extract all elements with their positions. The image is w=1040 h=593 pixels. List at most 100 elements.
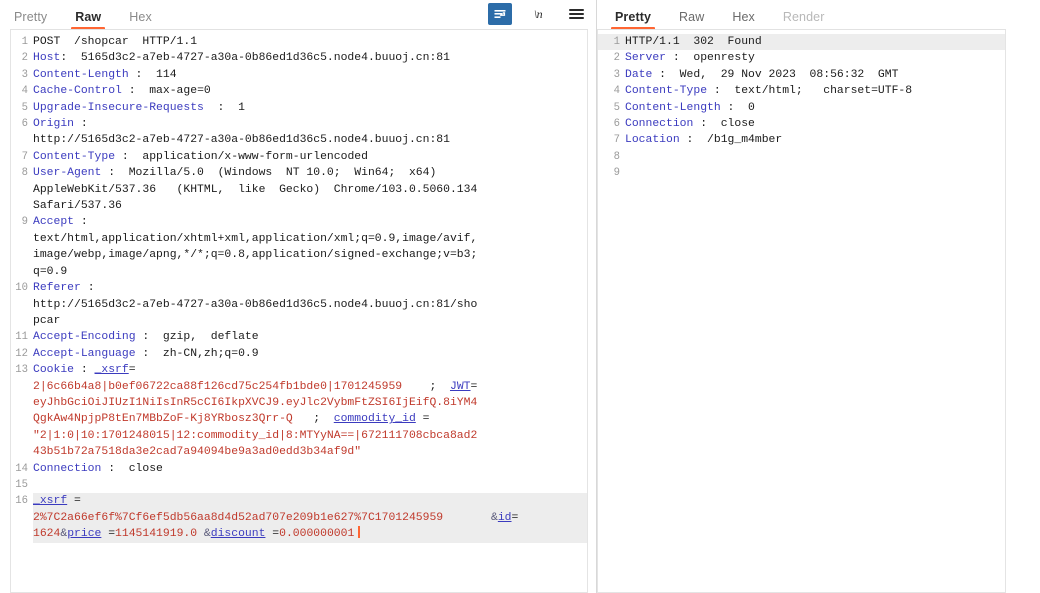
editor-menu-icon[interactable] bbox=[564, 3, 588, 25]
line-content: HTTP/1.1 302 Found bbox=[625, 36, 762, 48]
response-tabbar: Pretty Raw Hex Render bbox=[597, 0, 1040, 30]
line-number: 15 bbox=[15, 478, 28, 491]
line-number: 4 bbox=[21, 85, 28, 98]
line-content: _xsrf = 2%7C2a66ef6f%7Cf6ef5db56aa8d4d52… bbox=[33, 493, 587, 527]
code-line: 14 Connection : close bbox=[11, 461, 587, 477]
tab-request-raw[interactable]: Raw bbox=[71, 10, 106, 30]
code-line: 5 Content-Length : 0 bbox=[598, 100, 1005, 116]
line-content: Host: 5165d3c2-a7eb-4727-a30a-0b86ed1d36… bbox=[33, 52, 450, 65]
line-number: 8 bbox=[21, 167, 28, 180]
code-line: 6 Connection : close bbox=[598, 116, 1005, 132]
code-line: 3 Date : Wed, 29 Nov 2023 08:56:32 GMT bbox=[598, 67, 1005, 83]
tab-response-hex[interactable]: Hex bbox=[732, 10, 755, 30]
tab-response-pretty[interactable]: Pretty bbox=[610, 10, 656, 30]
line-number: 3 bbox=[21, 68, 28, 81]
line-number: 7 bbox=[21, 150, 28, 163]
code-line: 10 Referer : http://5165d3c2-a7eb-4727-a3… bbox=[11, 280, 587, 329]
code-line: 7 Location : /b1g_m4mber bbox=[598, 132, 1005, 148]
line-number: 6 bbox=[21, 118, 28, 131]
request-editor[interactable]: 1 POST /shopcar HTTP/1.1 2 Host: 5165d3c2-a… bbox=[10, 30, 588, 593]
tab-request-pretty[interactable]: Pretty bbox=[14, 10, 47, 30]
hamburger-bars bbox=[568, 7, 584, 21]
line-content: Connection : close bbox=[625, 118, 755, 131]
line-number: 13 bbox=[15, 364, 28, 377]
line-number: 2 bbox=[21, 52, 28, 65]
code-line: 4 Cache-Control : max-age=0 bbox=[11, 83, 587, 99]
code-line: 11 Accept-Encoding : gzip, deflate bbox=[11, 329, 587, 345]
line-content: Content-Length : 0 bbox=[625, 101, 755, 114]
line-content: Accept-Language : zh-CN,zh;q=0.9 bbox=[33, 347, 259, 360]
line-content: Content-Type : application/x-www-form-ur… bbox=[33, 150, 368, 163]
line-number: 7 bbox=[613, 134, 620, 147]
line-number: 8 bbox=[613, 150, 620, 163]
line-number: 10 bbox=[15, 282, 28, 295]
show-newlines-icon[interactable]: \n bbox=[526, 3, 550, 25]
line-number: 11 bbox=[15, 331, 28, 344]
line-content: Cache-Control : max-age=0 bbox=[33, 85, 211, 98]
line-content: Connection : close bbox=[33, 462, 163, 475]
tab-response-raw[interactable]: Raw bbox=[679, 10, 704, 30]
code-line: 6 Origin : http://5165d3c2-a7eb-4727-a30a… bbox=[11, 116, 587, 149]
newline-glyph: \n bbox=[533, 6, 543, 21]
word-wrap-toggle-button[interactable] bbox=[488, 3, 512, 25]
line-content: Upgrade-Insecure-Requests : 1 bbox=[33, 101, 245, 114]
code-line: 12 Accept-Language : zh-CN,zh;q=0.9 bbox=[11, 346, 587, 362]
line-content bbox=[33, 477, 587, 493]
line-content: Origin : http://5165d3c2-a7eb-4727-a30a-… bbox=[33, 118, 450, 147]
line-content: Accept : text/html,application/xhtml+xml… bbox=[33, 216, 478, 278]
line-content: Accept-Encoding : gzip, deflate bbox=[33, 331, 259, 344]
tab-response-render[interactable]: Render bbox=[783, 10, 825, 30]
request-tabbar: Pretty Raw Hex \n bbox=[0, 0, 596, 30]
line-content: Date : Wed, 29 Nov 2023 08:56:32 GMT bbox=[625, 68, 899, 81]
line-content bbox=[625, 149, 1005, 165]
code-line: 1 POST /shopcar HTTP/1.1 bbox=[11, 34, 587, 50]
response-lines: 1 HTTP/1.1 302 Found 2 Server : openresty 3 D… bbox=[598, 30, 1005, 182]
line-number: 1 bbox=[21, 36, 28, 48]
response-editor[interactable]: 1 HTTP/1.1 302 Found 2 Server : openresty 3 D… bbox=[597, 30, 1006, 593]
line-number: 2 bbox=[613, 52, 620, 65]
line-number: 5 bbox=[613, 101, 620, 114]
param-separator: & bbox=[197, 528, 211, 541]
line-content: POST /shopcar HTTP/1.1 bbox=[33, 36, 198, 48]
param-key-price: price bbox=[67, 528, 102, 541]
tab-request-hex[interactable]: Hex bbox=[129, 10, 152, 30]
line-number: 12 bbox=[15, 347, 28, 360]
line-content: Location : /b1g_m4mber bbox=[625, 134, 783, 147]
code-line: 9 Accept : text/html,application/xhtml+xm… bbox=[11, 214, 587, 280]
code-line: 8 bbox=[598, 149, 1005, 165]
http-viewer-window: Pretty Raw Hex \n 1 POST /shopcar HTTP/1… bbox=[0, 0, 1040, 593]
param-value-id: 1624 bbox=[33, 528, 61, 541]
code-line: 5 Upgrade-Insecure-Requests : 1 bbox=[11, 100, 587, 116]
line-number: 14 bbox=[15, 462, 28, 475]
code-line: 3 Content-Length : 114 bbox=[11, 67, 587, 83]
code-line: 7 Content-Type : application/x-www-form-u… bbox=[11, 149, 587, 165]
param-key-discount: discount bbox=[210, 528, 266, 541]
param-value-discount: 0.000000001 bbox=[279, 528, 355, 541]
request-panel: Pretty Raw Hex \n 1 POST /shopcar HTTP/1… bbox=[0, 0, 597, 593]
line-content: Content-Type : text/html; charset=UTF-8 bbox=[625, 85, 913, 98]
line-number: 16 bbox=[15, 495, 28, 508]
line-content: User-Agent : Mozilla/5.0 (Windows NT 10.… bbox=[33, 167, 478, 213]
line-content: Server : openresty bbox=[625, 52, 755, 65]
line-content: Cookie : _xsrf= 2|6c66b4a8|b0ef06722ca88… bbox=[33, 364, 478, 459]
code-line: 15 bbox=[11, 477, 587, 493]
code-line: 4 Content-Type : text/html; charset=UTF-8 bbox=[598, 83, 1005, 99]
code-line: 2 Host: 5165d3c2-a7eb-4727-a30a-0b86ed1d3… bbox=[11, 50, 587, 66]
request-body-params[interactable]: 1624&price =1145141919.0 &discount =0.00… bbox=[33, 526, 587, 543]
line-number: 5 bbox=[21, 101, 28, 114]
code-line: 2 Server : openresty bbox=[598, 50, 1005, 66]
line-content: Referer : http://5165d3c2-a7eb-4727-a30a… bbox=[33, 282, 478, 327]
line-number: 9 bbox=[21, 216, 28, 229]
line-content: Content-Length : 114 bbox=[33, 68, 177, 81]
request-toolbar: \n bbox=[488, 3, 588, 25]
request-lines: 1 POST /shopcar HTTP/1.1 2 Host: 5165d3c2-a… bbox=[11, 30, 587, 543]
code-line: 1 HTTP/1.1 302 Found bbox=[598, 34, 1005, 51]
line-number: 3 bbox=[613, 68, 620, 81]
line-number: 4 bbox=[613, 85, 620, 98]
line-number: 6 bbox=[613, 118, 620, 131]
text-cursor bbox=[358, 526, 361, 539]
code-line: 9 bbox=[598, 165, 1005, 181]
line-content bbox=[625, 165, 1005, 181]
response-panel: Pretty Raw Hex Render 1 HTTP/1.1 302 Foun… bbox=[597, 0, 1040, 593]
code-line-selected: 1624&price =1145141919.0 &discount =0.00… bbox=[11, 526, 587, 543]
